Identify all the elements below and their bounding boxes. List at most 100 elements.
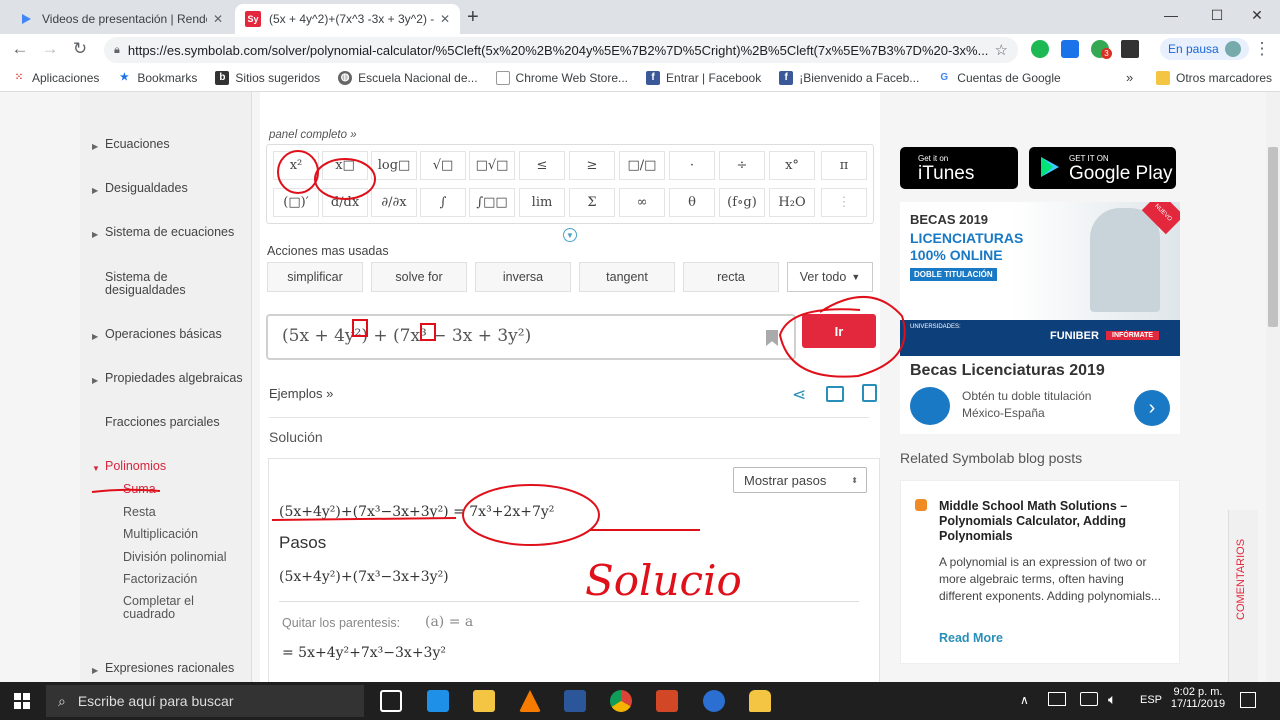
notification-bell-app-icon[interactable] — [749, 690, 771, 712]
see-all-dropdown[interactable]: Ver todo ▼ — [787, 262, 873, 292]
key-definite-integral[interactable]: ∫□□ — [469, 188, 515, 217]
sidebar-subitem-factorizacion[interactable]: Factorización — [123, 572, 197, 586]
bookmark-sitios[interactable]: b Sitios sugeridos — [215, 70, 320, 85]
action-tangent[interactable]: tangent — [579, 262, 675, 292]
sidebar-subitem-suma[interactable]: Suma — [123, 482, 156, 496]
share-icon[interactable]: ⋖ — [792, 385, 806, 405]
sidebar-subitem-resta[interactable]: Resta — [123, 505, 156, 519]
tray-chevron-up-icon[interactable]: ∧ — [1020, 693, 1029, 707]
tab-videos[interactable]: Videos de presentación | Render ✕ — [8, 4, 233, 34]
sidebar-item-polinomios[interactable]: ▼ Polinomios — [80, 460, 252, 474]
action-center-icon[interactable] — [1240, 692, 1256, 708]
sidebar-item-sistema-ecuaciones[interactable]: ▶ Sistema de ecuaciones — [80, 226, 252, 240]
key-sum[interactable]: Σ — [569, 188, 615, 217]
action-inversa[interactable]: inversa — [475, 262, 571, 292]
full-panel-link[interactable]: panel completo » — [269, 129, 357, 141]
key-chemistry[interactable]: H₂O — [769, 188, 815, 217]
sidebar-subitem-division[interactable]: División polinomial — [123, 550, 227, 564]
google-play-badge[interactable]: GET IT ON Google Play — [1029, 147, 1176, 189]
read-more-link[interactable]: Read More — [939, 631, 1003, 645]
sidebar-item-ecuaciones[interactable]: ▶ Ecuaciones — [80, 138, 252, 152]
forward-arrow-icon[interactable]: → — [38, 37, 62, 61]
bookmark-apps[interactable]: ⁙ Aplicaciones — [12, 71, 100, 85]
key-composition[interactable]: (f∘g) — [719, 188, 765, 217]
action-simplificar[interactable]: simplificar — [267, 262, 363, 292]
key-x-squared[interactable]: x² — [273, 151, 319, 180]
bookmark-facebook-welcome[interactable]: f ¡Bienvenido a Faceb... — [779, 70, 919, 85]
key-geq[interactable]: ≥ — [569, 151, 615, 180]
key-integral[interactable]: ∫ — [420, 188, 466, 217]
key-nth-root[interactable]: □√□ — [469, 151, 515, 180]
key-prime[interactable]: (□)′ — [273, 188, 319, 217]
powerpoint-icon[interactable] — [656, 690, 678, 712]
bookmark-facebook[interactable]: f Entrar | Facebook — [646, 70, 761, 85]
scrollbar-thumb[interactable] — [1268, 147, 1278, 327]
pdf-icon[interactable] — [862, 384, 877, 402]
tab-symbolab[interactable]: Sy (5x + 4y^2)+(7x^3 -3x + 3y^2) - ✕ — [235, 4, 460, 34]
taskbar-search[interactable]: ⌕ Escribe aquí para buscar — [46, 685, 364, 717]
key-infinity[interactable]: ∞ — [619, 188, 665, 217]
comments-tab[interactable]: COMENTARIOS — [1228, 510, 1258, 682]
profile-chip[interactable]: En pausa — [1160, 38, 1249, 60]
address-bar[interactable]: 🔒︎ https://es.symbolab.com/solver/polyno… — [104, 37, 1018, 63]
show-steps-dropdown[interactable]: Mostrar pasos ⬍ — [733, 467, 867, 493]
windows-start-icon[interactable] — [14, 693, 30, 709]
globe-app-icon[interactable] — [703, 690, 725, 712]
bookmark-google-accounts[interactable]: G Cuentas de Google — [937, 71, 1060, 85]
check-extension-icon[interactable] — [1031, 40, 1049, 58]
key-x-power[interactable]: x□ — [322, 151, 368, 180]
blog-post-card[interactable]: Middle School Math Solutions – Polynomia… — [900, 480, 1180, 664]
bookmarks-overflow[interactable]: » — [1126, 70, 1133, 85]
sidebar-item-desigualdades[interactable]: ▶ Desigualdades — [80, 182, 252, 196]
language-indicator[interactable]: ESP — [1140, 694, 1162, 706]
key-derivative[interactable]: d/dx — [322, 188, 368, 217]
bookmark-chrome-store[interactable]: Chrome Web Store... — [495, 70, 628, 85]
vlc-icon[interactable] — [519, 690, 541, 712]
close-icon[interactable]: ✕ — [213, 12, 223, 26]
star-icon[interactable]: ☆ — [995, 41, 1008, 59]
key-degree[interactable]: x° — [769, 151, 815, 180]
minimize-button[interactable]: — — [1148, 0, 1194, 30]
sidebar-subitem-multiplicacion[interactable]: Multiplicación — [123, 527, 198, 541]
sidebar-item-sistema-desigualdades[interactable]: Sistema de desigualdades — [80, 271, 200, 297]
key-dot[interactable]: · — [669, 151, 715, 180]
sidebar-subitem-completar[interactable]: Completar el cuadrado — [123, 595, 223, 621]
sidebar-item-fracciones[interactable]: Fracciones parciales — [80, 416, 252, 429]
key-fraction[interactable]: □/□ — [619, 151, 665, 180]
advertisement[interactable]: BECAS 2019 LICENCIATURAS 100% ONLINE DOB… — [900, 202, 1180, 434]
battery-icon[interactable] — [1080, 692, 1098, 706]
chevron-down-icon[interactable]: ▼ — [563, 228, 577, 242]
print-icon[interactable] — [826, 386, 844, 402]
key-log[interactable]: log□ — [371, 151, 417, 180]
sidebar-item-propiedades[interactable]: ▶ Propiedades algebraicas — [80, 372, 252, 386]
search-extension-icon[interactable] — [1061, 40, 1079, 58]
clock[interactable]: 9:02 p. m. 17/11/2019 — [1170, 686, 1226, 710]
back-arrow-icon[interactable]: ← — [8, 37, 32, 61]
close-icon[interactable]: ✕ — [440, 12, 450, 26]
bookmark-escuela[interactable]: ◍ Escuela Nacional de... — [338, 70, 478, 85]
key-divide[interactable]: ÷ — [719, 151, 765, 180]
action-recta[interactable]: recta — [683, 262, 779, 292]
key-partial[interactable]: ∂/∂x — [371, 188, 417, 217]
page-scrollbar[interactable] — [1266, 92, 1280, 682]
network-icon[interactable] — [1048, 692, 1066, 706]
volume-icon[interactable]: 🔈︎ — [1108, 691, 1116, 708]
word-icon[interactable] — [564, 690, 586, 712]
other-bookmarks[interactable]: Otros marcadores — [1156, 71, 1272, 85]
itunes-badge[interactable]: Get it on iTunes — [900, 147, 1018, 189]
task-view-icon[interactable] — [380, 690, 402, 712]
menu-dots-icon[interactable]: ⋮ — [1250, 37, 1274, 61]
key-theta[interactable]: θ — [669, 188, 715, 217]
key-matrix[interactable]: ⋮ — [821, 188, 867, 217]
new-tab-button[interactable]: + — [467, 6, 479, 29]
math-input[interactable]: (5x + 4y²) + (7x³ − 3x + 3y²) — [266, 314, 796, 360]
chrome-icon[interactable] — [610, 690, 632, 712]
sidebar-item-expresiones[interactable]: ▶ Expresiones racionales — [80, 662, 252, 676]
key-pi[interactable]: π — [821, 151, 867, 180]
action-solve-for[interactable]: solve for — [371, 262, 467, 292]
ad-info-button[interactable]: INFÓRMATE — [1106, 331, 1160, 340]
key-sqrt[interactable]: √□ — [420, 151, 466, 180]
clapper-extension-icon[interactable] — [1121, 40, 1139, 58]
go-button[interactable]: Ir — [802, 314, 876, 348]
blog-post-title[interactable]: Middle School Math Solutions – Polynomia… — [939, 499, 1159, 544]
